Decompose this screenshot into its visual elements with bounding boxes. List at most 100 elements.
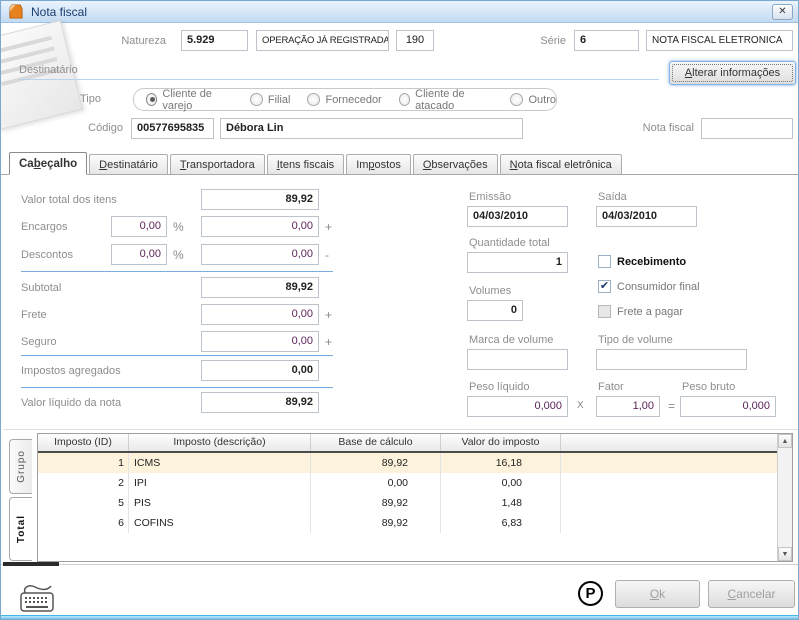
seguro-field[interactable]: 0,00 xyxy=(201,331,319,352)
radio-fornecedor[interactable]: Fornecedor xyxy=(307,93,382,106)
radio-icon xyxy=(307,93,321,106)
peso-liquido-label: Peso líquido xyxy=(469,381,530,393)
emissao-label: Emissão xyxy=(469,191,512,203)
natureza-code-field[interactable]: 5.929 xyxy=(181,30,248,51)
volumes-label: Volumes xyxy=(469,285,512,297)
saida-field[interactable]: 04/03/2010 xyxy=(596,206,697,227)
nome-destinatario-field[interactable]: Débora Lin xyxy=(220,118,523,139)
frete-field[interactable]: 0,00 xyxy=(201,304,319,325)
table-row[interactable]: 2 IPI 0,00 0,00 xyxy=(38,473,792,493)
footer-divider xyxy=(1,564,798,565)
alterar-informacoes-button[interactable]: Alterar informações xyxy=(669,61,796,85)
radio-icon xyxy=(510,93,524,106)
cancel-button[interactable]: Cancelar xyxy=(708,580,795,608)
tipo-volume-label: Tipo de volume xyxy=(598,334,673,346)
p-shortcut-icon[interactable]: P xyxy=(578,581,603,606)
serie-desc-field[interactable]: NOTA FISCAL ELETRONICA xyxy=(646,30,793,51)
radio-outro[interactable]: Outro xyxy=(510,93,556,106)
impostos-agregados-label: Impostos agregados xyxy=(21,365,121,377)
multiply-sign: X xyxy=(577,400,584,411)
impostos-agregados-field[interactable]: 0,00 xyxy=(201,360,319,381)
descontos-pct-field[interactable]: 0,00 xyxy=(111,244,167,265)
radio-cliente-de-varejo[interactable]: Cliente de varejo xyxy=(146,88,233,112)
table-row[interactable]: 6 COFINS 89,92 6,83 xyxy=(38,513,792,533)
col-valor-do-imposto[interactable]: Valor do imposto xyxy=(441,434,561,451)
quantidade-total-field[interactable]: 1 xyxy=(467,252,568,273)
equals-sign: = xyxy=(668,399,676,413)
fator-field[interactable]: 1,00 xyxy=(596,396,660,417)
valor-total-field[interactable]: 89,92 xyxy=(201,189,319,210)
subtotal-field[interactable]: 89,92 xyxy=(201,277,319,298)
checkbox-icon xyxy=(598,255,611,268)
nota-fiscal-window: Nota fiscal ✕ Natureza 5.929 OPERAÇÃO JÁ… xyxy=(0,0,799,620)
table-scrollbar[interactable]: ▲ ▼ xyxy=(777,434,792,561)
tab-observacoes[interactable]: Observações xyxy=(412,154,498,174)
encargos-label: Encargos xyxy=(21,221,68,233)
natureza-label: Natureza xyxy=(121,35,166,47)
tab-cabecalho[interactable]: Cabeçalho xyxy=(9,152,88,175)
checkbox-checked-icon: ✔ xyxy=(598,280,611,293)
plus-sign: + xyxy=(325,220,333,234)
natureza-num-field[interactable]: 190 xyxy=(396,30,434,51)
valor-total-label: Valor total dos itens xyxy=(21,194,117,206)
peso-bruto-field[interactable]: 0,000 xyxy=(680,396,776,417)
codigo-field[interactable]: 00577695835 xyxy=(131,118,214,139)
close-icon[interactable]: ✕ xyxy=(772,4,793,20)
col-imposto-descricao[interactable]: Imposto (descrição) xyxy=(129,434,311,451)
tab-impostos[interactable]: Impostos xyxy=(346,154,411,174)
vtab-grupo[interactable]: Grupo xyxy=(9,439,32,494)
blue-divider xyxy=(21,387,333,388)
col-imposto-id[interactable]: Imposto (ID) xyxy=(38,434,129,451)
tipo-label: Tipo xyxy=(80,93,101,105)
window-title: Nota fiscal xyxy=(31,5,88,19)
section-divider xyxy=(3,429,798,430)
scroll-down-icon[interactable]: ▼ xyxy=(778,547,792,561)
plus-sign: + xyxy=(325,308,333,322)
scroll-up-icon[interactable]: ▲ xyxy=(778,434,792,448)
tipo-volume-field[interactable] xyxy=(596,349,747,370)
encargos-field[interactable]: 0,00 xyxy=(201,216,319,237)
peso-liquido-field[interactable]: 0,000 xyxy=(467,396,568,417)
serie-label: Série xyxy=(540,35,566,47)
valor-liquido-field[interactable]: 89,92 xyxy=(201,392,319,413)
tab-itens-fiscais[interactable]: Itens fiscais xyxy=(266,154,345,174)
radio-filial[interactable]: Filial xyxy=(249,93,290,106)
active-vtab-indicator xyxy=(3,562,59,566)
emissao-field[interactable]: 04/03/2010 xyxy=(467,206,568,227)
col-base-de-calculo[interactable]: Base de cálculo xyxy=(311,434,441,451)
codigo-label: Código xyxy=(88,122,123,134)
serie-code-field[interactable]: 6 xyxy=(574,30,639,51)
table-header: Imposto (ID) Imposto (descrição) Base de… xyxy=(38,434,792,453)
titlebar: Nota fiscal ✕ xyxy=(1,1,798,23)
marca-volume-field[interactable] xyxy=(467,349,568,370)
vtab-total[interactable]: Total xyxy=(9,497,32,561)
checkbox-icon xyxy=(598,305,611,318)
tab-transportadora[interactable]: Transportadora xyxy=(169,154,265,174)
table-row[interactable]: 5 PIS 89,92 1,48 xyxy=(38,493,792,513)
radio-icon xyxy=(249,93,263,106)
tab-destinatario[interactable]: Destinatário xyxy=(89,154,168,174)
window-bottom-strip xyxy=(1,615,798,619)
radio-icon xyxy=(146,93,158,106)
peso-bruto-label: Peso bruto xyxy=(682,381,736,393)
volumes-field[interactable]: 0 xyxy=(467,300,523,321)
descontos-field[interactable]: 0,00 xyxy=(201,244,319,265)
blue-divider xyxy=(21,271,333,272)
radio-icon xyxy=(398,93,411,106)
keyboard-icon[interactable] xyxy=(17,579,59,615)
radio-cliente-de-atacado[interactable]: Cliente de atacado xyxy=(398,88,494,112)
encargos-pct-field[interactable]: 0,00 xyxy=(111,216,167,237)
tipo-radio-group: Cliente de varejo Filial Fornecedor Clie… xyxy=(133,88,557,112)
tax-table: Imposto (ID) Imposto (descrição) Base de… xyxy=(37,433,793,562)
table-row[interactable]: 1 ICMS 89,92 16,18 xyxy=(38,453,792,473)
marca-volume-label: Marca de volume xyxy=(469,334,554,346)
descontos-label: Descontos xyxy=(21,249,73,261)
nota-fiscal-field[interactable] xyxy=(701,118,793,139)
ok-button[interactable]: Ok xyxy=(615,580,700,608)
consumidor-final-checkbox[interactable]: ✔ Consumidor final xyxy=(598,280,700,293)
natureza-desc-field[interactable]: OPERAÇÃO JÁ REGISTRADA EM ECF xyxy=(256,30,389,51)
recebimento-checkbox[interactable]: Recebimento xyxy=(598,255,686,268)
frete-a-pagar-checkbox[interactable]: Frete a pagar xyxy=(598,305,683,318)
plus-sign: + xyxy=(325,335,333,349)
tab-nota-fiscal-eletronica[interactable]: Nota fiscal eletrônica xyxy=(499,154,622,174)
